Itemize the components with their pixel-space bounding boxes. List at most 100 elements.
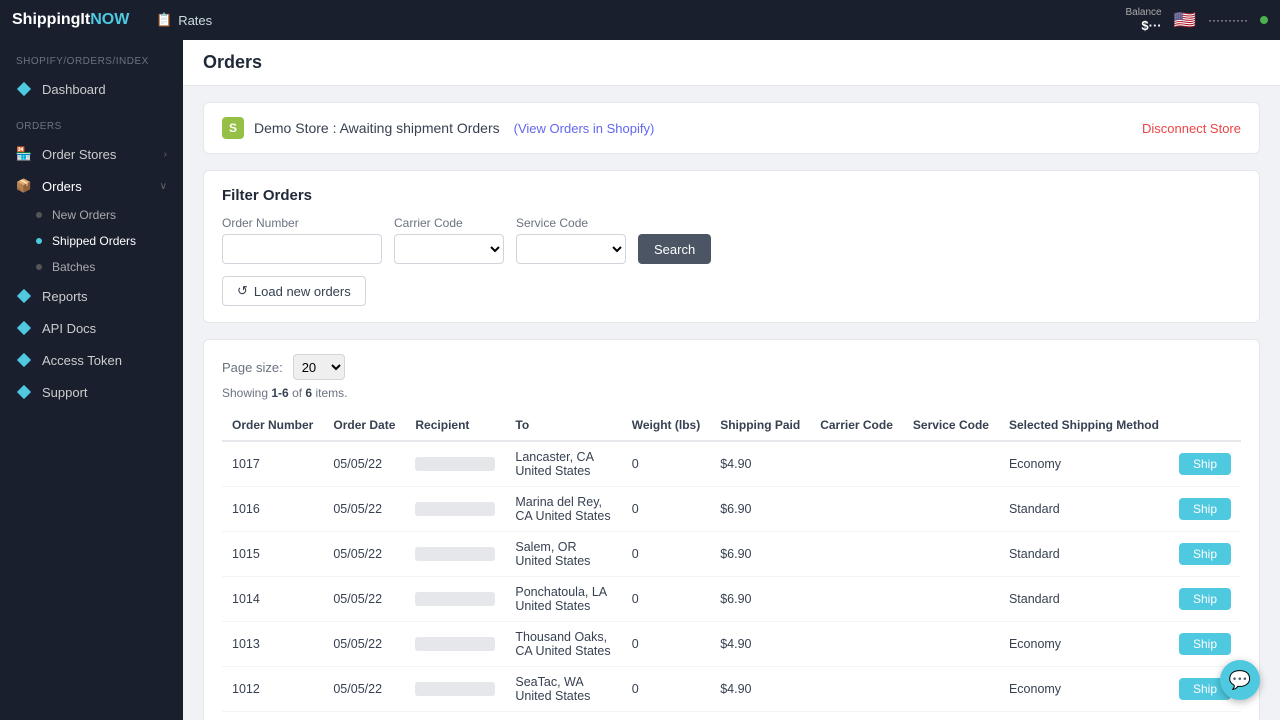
ship-button[interactable]: Ship — [1179, 453, 1231, 475]
rates-tab[interactable]: 📋 Rates — [148, 8, 220, 32]
cell-carrier-code — [810, 441, 903, 487]
col-recipient: Recipient — [405, 410, 505, 441]
batches-dot — [36, 264, 42, 270]
sidebar-item-batches[interactable]: Batches — [0, 254, 183, 280]
orders-table: Order Number Order Date Recipient To Wei… — [222, 410, 1241, 712]
cell-order-date: 05/05/22 — [323, 441, 405, 487]
chat-bubble[interactable]: 💬 — [1220, 660, 1260, 700]
cell-to: SeaTac, WA United States — [505, 667, 621, 712]
access-token-icon — [16, 352, 32, 368]
store-info: S Demo Store : Awaiting shipment Orders … — [222, 117, 654, 139]
shopify-icon: S — [222, 117, 244, 139]
cell-carrier-code — [810, 532, 903, 577]
table-section: Page size: 10 20 50 100 Showing 1-6 of 6… — [203, 339, 1260, 720]
cell-recipient: REDACTED — [405, 667, 505, 712]
cell-shipping-method: Standard — [999, 532, 1169, 577]
showing-range: 1-6 — [271, 386, 288, 400]
sidebar-new-orders-label: New Orders — [52, 208, 116, 222]
load-new-orders-button[interactable]: ↺ Load new orders — [222, 276, 366, 306]
cell-order-number: 1015 — [222, 532, 323, 577]
showing-text: Showing 1-6 of 6 items. — [222, 386, 1241, 400]
service-code-select[interactable]: Economy Standard Priority — [516, 234, 626, 264]
cell-weight: 0 — [622, 667, 710, 712]
col-order-number: Order Number — [222, 410, 323, 441]
new-orders-dot — [36, 212, 42, 218]
content-area: S Demo Store : Awaiting shipment Orders … — [183, 86, 1280, 720]
sidebar-item-dashboard[interactable]: Dashboard — [0, 73, 183, 105]
logo-shipping: ShippingItNOW — [12, 11, 129, 29]
sidebar-item-order-stores[interactable]: 🏪 Order Stores › — [0, 138, 183, 170]
cell-order-number: 1017 — [222, 441, 323, 487]
order-stores-icon: 🏪 — [16, 146, 32, 162]
support-icon — [16, 384, 32, 400]
cell-shipping-paid: $6.90 — [710, 532, 810, 577]
table-row: 1017 05/05/22 REDACTED Lancaster, CA Uni… — [222, 441, 1241, 487]
store-name: Demo Store : Awaiting shipment Orders — [254, 120, 500, 136]
sidebar-item-support[interactable]: Support — [0, 376, 183, 408]
sidebar-item-shipped-orders[interactable]: Shipped Orders — [0, 228, 183, 254]
ship-button[interactable]: Ship — [1179, 543, 1231, 565]
page-size-select[interactable]: 10 20 50 100 — [293, 354, 345, 380]
orders-chevron: ∨ — [160, 181, 167, 192]
page-size-label: Page size: — [222, 360, 283, 375]
cell-recipient: REDACTED — [405, 622, 505, 667]
username-display: ·········· — [1208, 13, 1248, 27]
sidebar: SHOPIFY/ORDERS/INDEX Dashboard ORDERS 🏪 … — [0, 40, 183, 720]
table-row: 1016 05/05/22 REDACTED Marina del Rey, C… — [222, 487, 1241, 532]
cell-weight: 0 — [622, 441, 710, 487]
table-row: 1013 05/05/22 REDACTED Thousand Oaks, CA… — [222, 622, 1241, 667]
cell-ship-action: Ship — [1169, 577, 1241, 622]
cell-service-code — [903, 487, 999, 532]
cell-order-number: 1014 — [222, 577, 323, 622]
view-shopify-link[interactable]: (View Orders in Shopify) — [514, 121, 655, 136]
top-nav: ShippingItNOW 📋 Rates Balance $··· 🇺🇸 ··… — [0, 0, 1280, 40]
ship-button[interactable]: Ship — [1179, 633, 1231, 655]
sidebar-item-reports[interactable]: Reports — [0, 280, 183, 312]
disconnect-store-button[interactable]: Disconnect Store — [1142, 121, 1241, 136]
cell-carrier-code — [810, 622, 903, 667]
order-stores-chevron: › — [164, 149, 167, 160]
cell-order-date: 05/05/22 — [323, 622, 405, 667]
cell-shipping-method: Economy — [999, 667, 1169, 712]
cell-recipient: REDACTED — [405, 577, 505, 622]
ship-button[interactable]: Ship — [1179, 498, 1231, 520]
cell-shipping-method: Standard — [999, 487, 1169, 532]
sidebar-item-orders[interactable]: 📦 Orders ∨ — [0, 170, 183, 202]
table-controls: Page size: 10 20 50 100 — [222, 354, 1241, 380]
cell-service-code — [903, 622, 999, 667]
cell-to: Lancaster, CA United States — [505, 441, 621, 487]
cell-weight: 0 — [622, 487, 710, 532]
balance-box: Balance $··· — [1125, 7, 1161, 33]
filter-row: Order Number Carrier Code UPS USPS FedEx… — [222, 216, 1241, 264]
cell-carrier-code — [810, 487, 903, 532]
cell-shipping-paid: $4.90 — [710, 441, 810, 487]
sidebar-item-api-docs[interactable]: API Docs — [0, 312, 183, 344]
sidebar-item-access-token[interactable]: Access Token — [0, 344, 183, 376]
cell-weight: 0 — [622, 577, 710, 622]
shipped-orders-dot — [36, 238, 42, 244]
filter-title: Filter Orders — [222, 187, 1241, 204]
cell-service-code — [903, 667, 999, 712]
col-carrier-code: Carrier Code — [810, 410, 903, 441]
search-button[interactable]: Search — [638, 234, 711, 264]
cell-shipping-method: Standard — [999, 577, 1169, 622]
ship-button[interactable]: Ship — [1179, 588, 1231, 610]
cell-shipping-paid: $4.90 — [710, 667, 810, 712]
sidebar-dashboard-label: Dashboard — [42, 82, 106, 97]
order-number-input[interactable] — [222, 234, 382, 264]
cell-order-number: 1012 — [222, 667, 323, 712]
table-row: 1015 05/05/22 REDACTED Salem, OR United … — [222, 532, 1241, 577]
cell-service-code — [903, 577, 999, 622]
app-logo: ShippingItNOW — [12, 11, 132, 29]
table-row: 1012 05/05/22 REDACTED SeaTac, WA United… — [222, 667, 1241, 712]
col-weight: Weight (lbs) — [622, 410, 710, 441]
cell-order-date: 05/05/22 — [323, 487, 405, 532]
carrier-code-select[interactable]: UPS USPS FedEx DHL — [394, 234, 504, 264]
cell-carrier-code — [810, 667, 903, 712]
main-content: Orders S Demo Store : Awaiting shipment … — [183, 40, 1280, 720]
sidebar-item-new-orders[interactable]: New Orders — [0, 202, 183, 228]
col-to: To — [505, 410, 621, 441]
sidebar-shipped-orders-label: Shipped Orders — [52, 234, 136, 248]
cell-service-code — [903, 532, 999, 577]
cell-shipping-paid: $6.90 — [710, 577, 810, 622]
